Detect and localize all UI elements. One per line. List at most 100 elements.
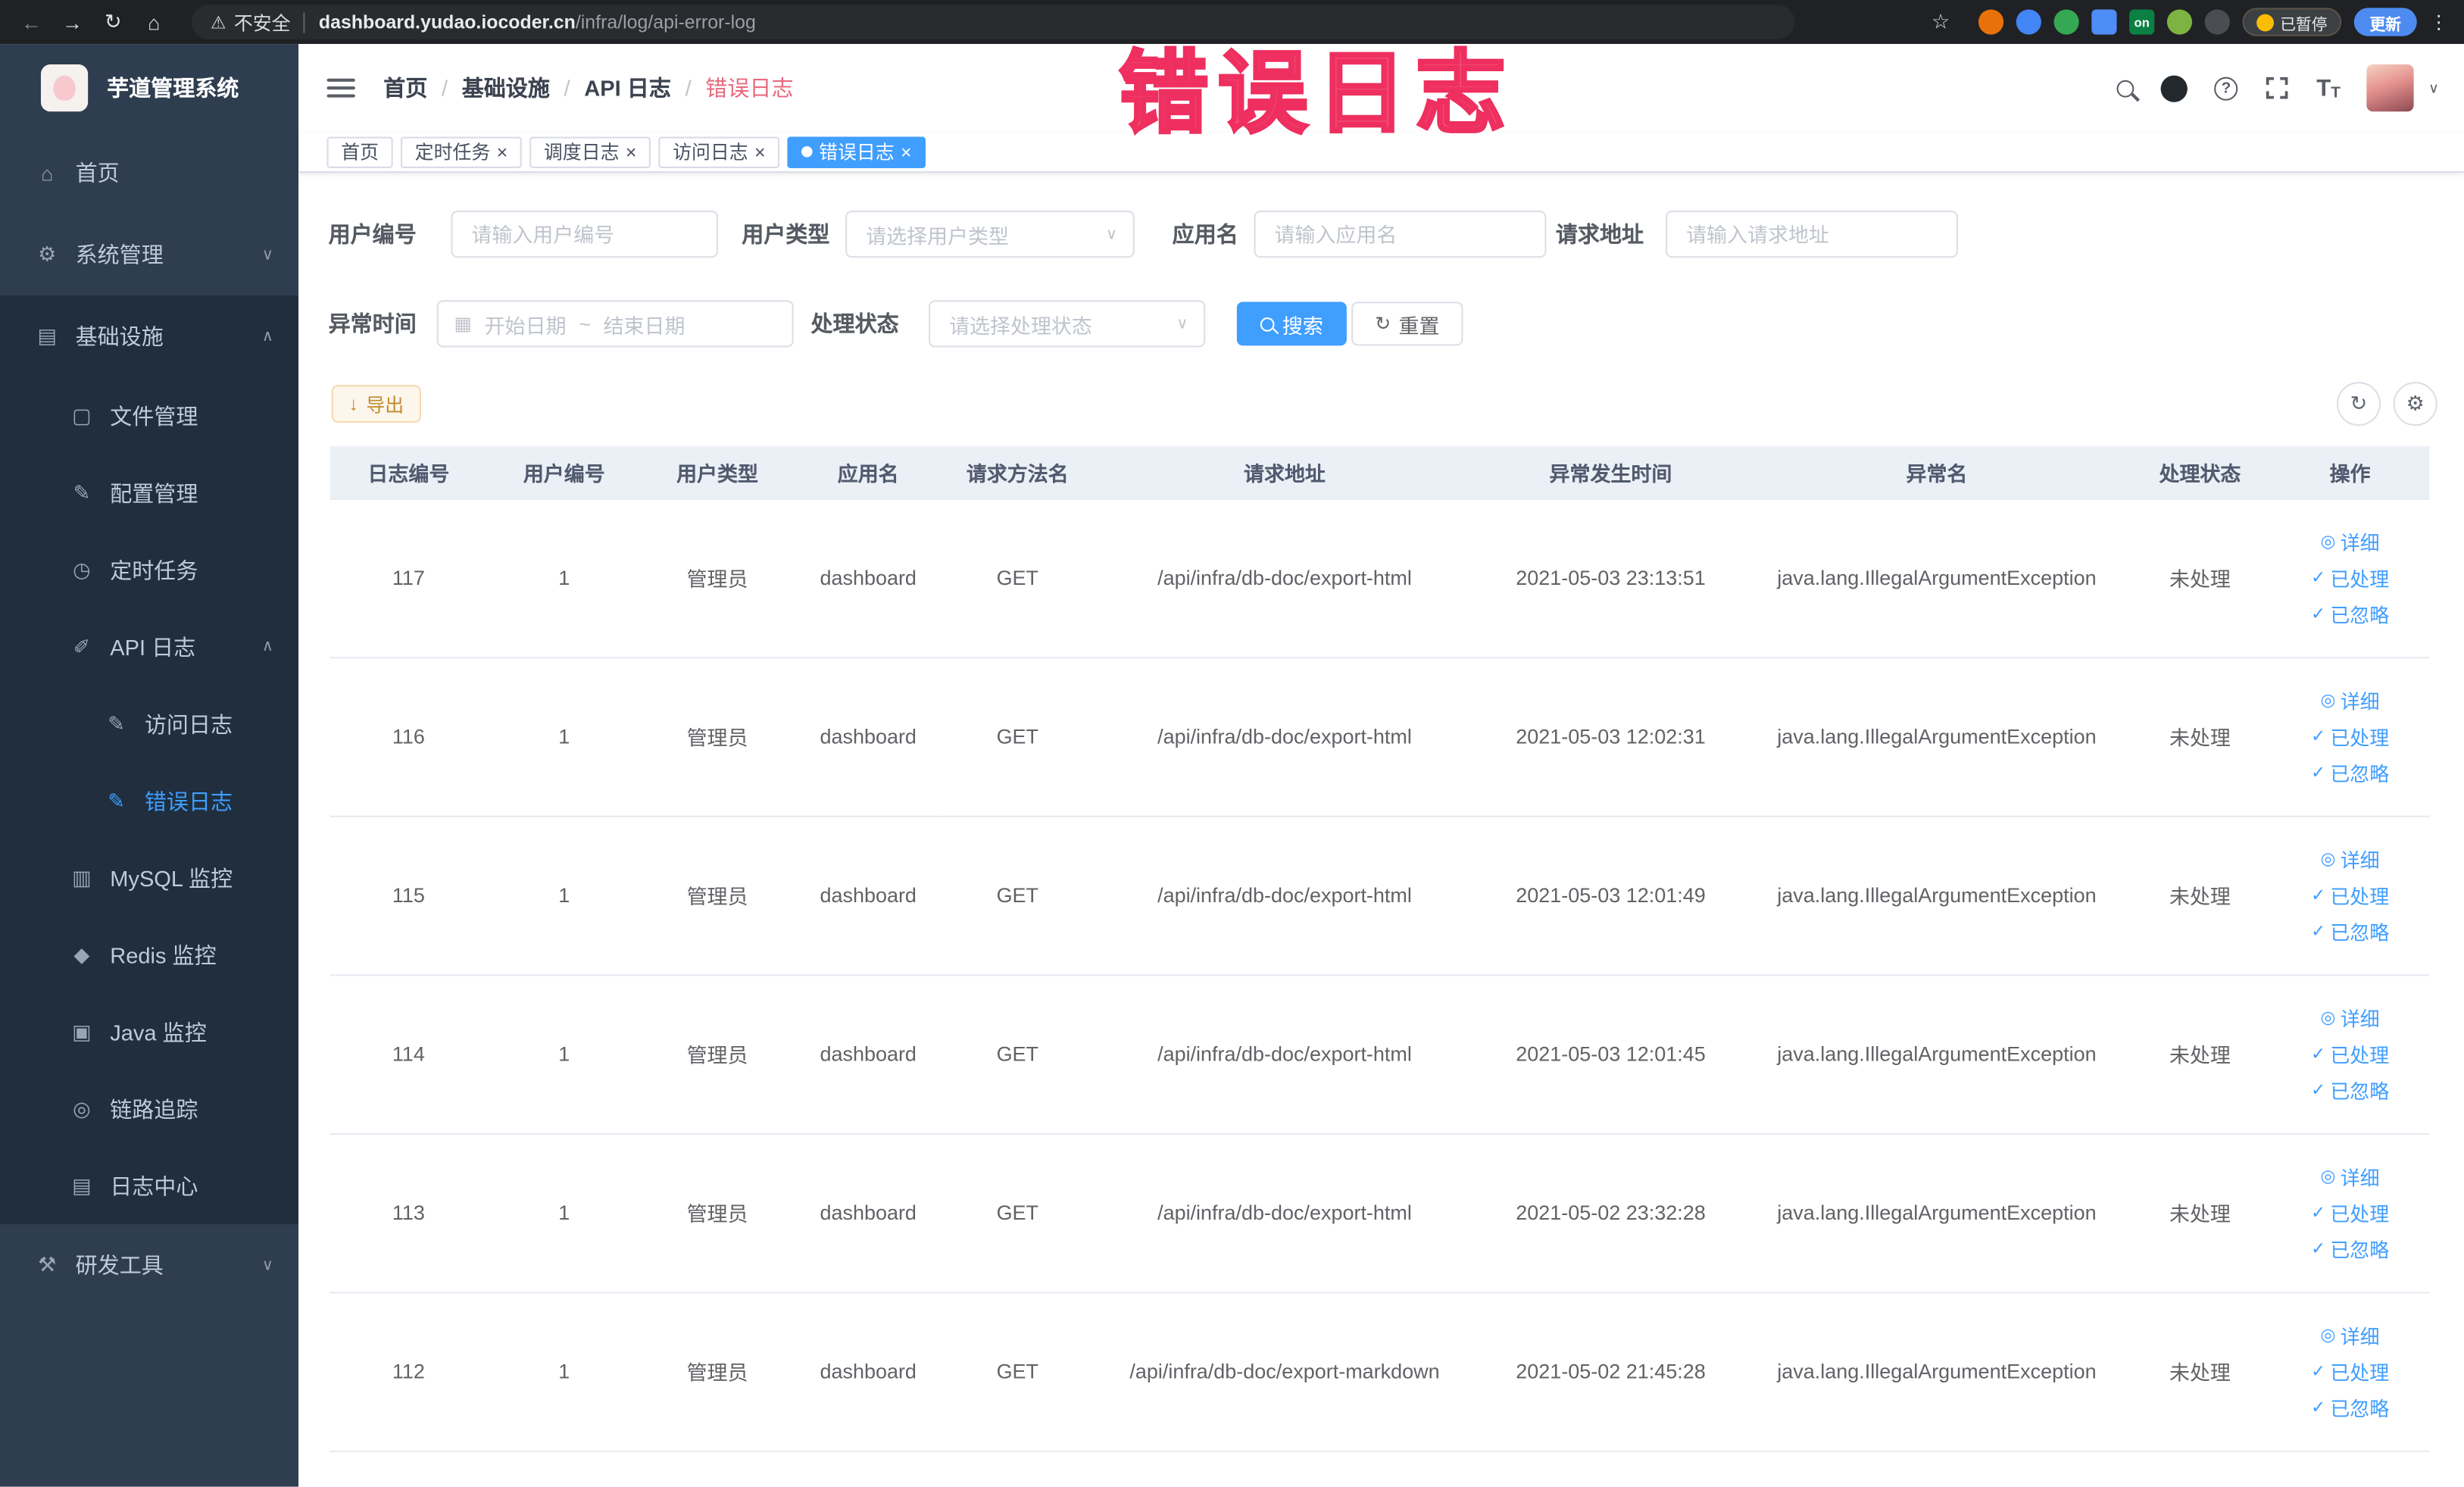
bookmark-star-icon[interactable]: ☆ xyxy=(1925,6,1956,37)
eye-icon: ◎ xyxy=(2320,1008,2336,1028)
sidebar-item-infrastructure[interactable]: ▤ 基础设施 ∧ xyxy=(0,295,298,377)
cell-method: GET xyxy=(942,498,1092,658)
ignored-link[interactable]: ✓ 已忽略 xyxy=(2311,598,2389,628)
sidebar-item-mysql-monitor[interactable]: ▥ MySQL 监控 xyxy=(0,839,298,917)
ignored-link[interactable]: ✓ 已忽略 xyxy=(2311,1075,2389,1104)
ignored-link[interactable]: ✓ 已忽略 xyxy=(2311,917,2389,946)
breadcrumb-api-log[interactable]: API 日志 xyxy=(584,72,671,103)
breadcrumb-error-log: 错误日志 xyxy=(705,75,794,101)
forward-icon[interactable]: → xyxy=(57,6,88,37)
config-icon: ✎ xyxy=(73,480,91,504)
ignored-link[interactable]: ✓ 已忽略 xyxy=(2311,1234,2389,1264)
font-size-icon[interactable]: TT xyxy=(2316,75,2341,102)
tab-schedule-log[interactable]: 调度日志 × xyxy=(529,136,651,167)
sidebar-item-tracing[interactable]: ◎ 链路追踪 xyxy=(0,1070,298,1148)
fullscreen-icon[interactable] xyxy=(2265,76,2290,101)
github-icon[interactable] xyxy=(2160,74,2188,102)
detail-link[interactable]: ◎ 详细 xyxy=(2321,526,2380,556)
column-settings-button[interactable]: ⚙ xyxy=(2393,382,2437,426)
ignored-link[interactable]: ✓ 已忽略 xyxy=(2311,1392,2389,1422)
exception-time-range-picker[interactable]: ▦ 开始日期 ~ 结束日期 xyxy=(436,300,794,348)
sidebar-item-log-center[interactable]: ▤ 日志中心 xyxy=(0,1147,298,1224)
cell-status: 未处理 xyxy=(2129,1132,2271,1293)
cell-app: dashboard xyxy=(793,815,943,976)
processed-link[interactable]: ✓ 已处理 xyxy=(2311,1198,2389,1227)
sidebar-item-java-monitor[interactable]: ▣ Java 监控 xyxy=(0,993,298,1070)
extension-icon-2[interactable] xyxy=(2016,9,2041,35)
reset-button[interactable]: ↻ 重置 xyxy=(1351,301,1463,346)
breadcrumb-infrastructure[interactable]: 基础设施 xyxy=(462,72,550,103)
tab-access-log[interactable]: 访问日志 × xyxy=(658,136,780,167)
update-button[interactable]: 更新 xyxy=(2353,8,2417,36)
extension-icon-3[interactable] xyxy=(2053,9,2079,35)
processed-link[interactable]: ✓ 已处理 xyxy=(2311,721,2389,751)
address-bar[interactable]: ⚠ 不安全 dashboard.yudao.iocoder.cn /infra/… xyxy=(192,5,1795,39)
search-button[interactable]: 搜索 xyxy=(1236,301,1347,346)
cell-status: 未处理 xyxy=(2129,815,2271,976)
processed-link[interactable]: ✓ 已处理 xyxy=(2311,563,2389,592)
extension-icon-5[interactable] xyxy=(2166,9,2193,35)
close-icon[interactable]: × xyxy=(626,142,637,161)
detail-link[interactable]: ◎ 详细 xyxy=(2321,1161,2380,1191)
close-icon[interactable]: × xyxy=(497,142,508,161)
user-id-input[interactable] xyxy=(451,210,719,258)
extension-icon-4[interactable] xyxy=(2091,9,2117,35)
detail-link[interactable]: ◎ 详细 xyxy=(2321,1320,2380,1350)
home-icon[interactable]: ⌂ xyxy=(139,6,170,37)
refresh-button[interactable]: ↻ xyxy=(2336,382,2381,426)
detail-link[interactable]: ◎ 详细 xyxy=(2321,686,2380,715)
extension-icon-on[interactable]: on xyxy=(2129,9,2155,35)
request-url-input[interactable] xyxy=(1666,210,1958,258)
sidebar-item-config-mgmt[interactable]: ✎ 配置管理 xyxy=(0,455,298,532)
sidebar-item-system-mgmt[interactable]: ⚙ 系统管理 ∨ xyxy=(0,214,298,295)
ignored-link[interactable]: ✓ 已忽略 xyxy=(2311,758,2389,787)
sidebar-item-file-mgmt[interactable]: ▢ 文件管理 xyxy=(0,377,298,455)
extension-icon-1[interactable] xyxy=(1978,9,2004,35)
sidebar-item-api-log[interactable]: ✐ API 日志 ∧ xyxy=(0,608,298,686)
user-type-label: 用户类型 xyxy=(742,221,830,247)
breadcrumb-home[interactable]: 首页 xyxy=(383,72,427,103)
tab-home[interactable]: 首页 xyxy=(326,136,393,167)
eye-icon: ◎ xyxy=(2320,691,2336,711)
process-status-select[interactable]: 请选择处理状态 ∨ xyxy=(929,300,1206,348)
processed-link[interactable]: ✓ 已处理 xyxy=(2311,880,2389,910)
app-name-input[interactable] xyxy=(1254,210,1547,258)
sidebar-item-error-log[interactable]: ✎ 错误日志 xyxy=(0,762,298,839)
reload-icon[interactable]: ↻ xyxy=(98,6,129,37)
search-icon[interactable] xyxy=(2116,79,2135,97)
export-button[interactable]: ↓ 导出 xyxy=(331,385,422,423)
sidebar-item-home[interactable]: ⌂ 首页 xyxy=(0,132,298,214)
logo-rabbit-icon xyxy=(40,64,89,112)
user-type-select[interactable]: 请选择用户类型 ∨ xyxy=(845,210,1135,258)
processed-link[interactable]: ✓ 已处理 xyxy=(2311,1356,2389,1385)
help-icon[interactable]: ? xyxy=(2214,76,2238,100)
java-icon: ▣ xyxy=(72,1019,92,1043)
sidebar-item-scheduled-jobs[interactable]: ◷ 定时任务 xyxy=(0,531,298,608)
cell-exception: java.lang.IllegalArgumentException xyxy=(1744,657,2130,817)
cell-actions: ◎ 详细 ✓ 已处理 ✓ 已忽略 xyxy=(2270,974,2430,1134)
cell-exception: java.lang.IllegalArgumentException xyxy=(1744,815,2130,976)
back-icon[interactable]: ← xyxy=(16,6,47,37)
extension-icon-paw[interactable] xyxy=(2204,9,2230,35)
calendar-icon: ▦ xyxy=(454,312,473,335)
sidebar-item-dev-tools[interactable]: ⚒ 研发工具 ∨ xyxy=(0,1224,298,1306)
paused-badge[interactable]: 已暂停 xyxy=(2242,8,2342,36)
active-dot-icon xyxy=(801,145,813,158)
security-label[interactable]: 不安全 xyxy=(234,8,291,35)
close-icon[interactable]: × xyxy=(901,142,912,161)
cell-url: /api/infra/db-doc/export-html xyxy=(1091,974,1478,1134)
sidebar-item-redis-monitor[interactable]: ◆ Redis 监控 xyxy=(0,917,298,994)
collapse-sidebar-icon[interactable] xyxy=(326,78,355,98)
close-icon[interactable]: × xyxy=(754,142,766,161)
cell-log-id: 115 xyxy=(329,815,488,976)
sidebar-item-access-log[interactable]: ✎ 访问日志 xyxy=(0,686,298,763)
processed-link[interactable]: ✓ 已处理 xyxy=(2311,1039,2389,1068)
tab-scheduled-jobs[interactable]: 定时任务 × xyxy=(401,136,522,167)
tab-error-log[interactable]: 错误日志 × xyxy=(787,136,926,167)
browser-menu-icon[interactable]: ⋮ xyxy=(2429,11,2448,33)
chevron-down-icon[interactable]: ∨ xyxy=(2428,80,2439,97)
detail-link[interactable]: ◎ 详细 xyxy=(2321,1003,2380,1032)
cell-log-id: 112 xyxy=(329,1292,488,1451)
avatar[interactable] xyxy=(2367,64,2415,112)
detail-link[interactable]: ◎ 详细 xyxy=(2321,844,2380,873)
